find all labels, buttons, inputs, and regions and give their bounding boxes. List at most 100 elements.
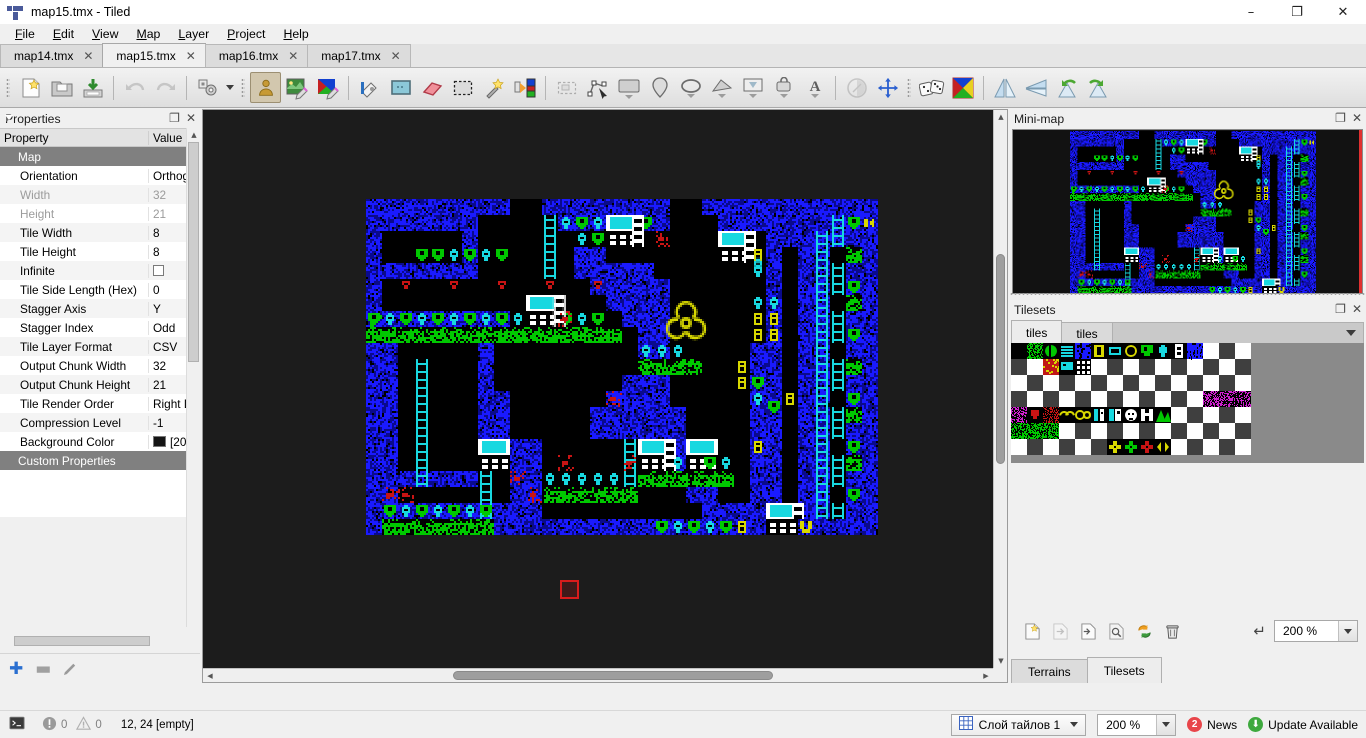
map-tilemap[interactable] xyxy=(366,199,878,535)
scroll-right-arrow[interactable]: ▶ xyxy=(979,669,993,683)
current-layer-combo[interactable]: Слой тайлов 1 xyxy=(950,713,1087,736)
close-tab-icon[interactable]: ✕ xyxy=(288,49,298,63)
toolbar-grip-3[interactable] xyxy=(905,75,914,101)
chevron-down-icon[interactable] xyxy=(1156,714,1176,735)
canvas-vertical-scrollbar[interactable]: ▲ ▼ xyxy=(993,110,1007,668)
maximize-button[interactable]: ❐ xyxy=(1274,0,1320,24)
document-tab-map14-tmx[interactable]: map14.tmx ✕ xyxy=(0,44,104,67)
scroll-up-arrow[interactable]: ▲ xyxy=(187,128,201,142)
property-row[interactable]: Compression Level -1 xyxy=(0,413,200,432)
eraser-button[interactable] xyxy=(416,72,447,103)
remove-tileset-button[interactable] xyxy=(1162,621,1182,641)
color-swatch[interactable] xyxy=(153,435,166,447)
scroll-thumb[interactable] xyxy=(188,142,199,362)
minimap-thumbnail[interactable] xyxy=(1070,131,1316,293)
scroll-thumb-h[interactable] xyxy=(453,671,773,680)
scroll-down-arrow[interactable]: ▼ xyxy=(994,654,1008,668)
tileset-grid[interactable] xyxy=(1011,343,1364,463)
close-tab-icon[interactable]: ✕ xyxy=(83,49,93,63)
scroll-up-arrow[interactable]: ▲ xyxy=(994,110,1008,124)
close-icon[interactable]: ✕ xyxy=(186,111,196,125)
infinite-checkbox[interactable] xyxy=(153,264,164,276)
map-canvas-area[interactable]: ▲ ▼ ◀ ▶ xyxy=(202,109,1008,683)
chevron-down-icon[interactable] xyxy=(1338,621,1357,641)
scroll-left-arrow[interactable]: ◀ xyxy=(203,669,217,683)
flip-vertically-button[interactable] xyxy=(1020,72,1051,103)
redo-button[interactable] xyxy=(150,72,181,103)
bottom-tab-terrains[interactable]: Terrains xyxy=(1011,659,1088,683)
random-mode-button[interactable] xyxy=(916,72,947,103)
properties-horizontal-scrollbar[interactable] xyxy=(0,635,186,649)
edit-polygons-button[interactable] xyxy=(582,72,613,103)
property-row[interactable]: Output Chunk Height 21 xyxy=(0,375,200,394)
map-viewport[interactable] xyxy=(203,110,993,668)
document-tab-map17-tmx[interactable]: map17.tmx ✕ xyxy=(307,44,411,67)
insert-ellipse-button[interactable] xyxy=(675,72,706,103)
insert-rectangle-button[interactable] xyxy=(613,72,644,103)
property-row[interactable]: Custom Properties xyxy=(0,115,200,470)
stamp-brush-button[interactable] xyxy=(354,72,385,103)
tileset-tab-0[interactable]: tiles xyxy=(1011,320,1063,344)
property-row[interactable]: Height 21 xyxy=(0,204,200,223)
float-icon[interactable]: ❐ xyxy=(169,111,180,125)
replace-tileset-button[interactable] xyxy=(1134,621,1154,641)
minimize-button[interactable]: – xyxy=(1228,0,1274,24)
flip-horizontally-button[interactable] xyxy=(989,72,1020,103)
document-tab-map16-tmx[interactable]: map16.tmx ✕ xyxy=(204,44,309,67)
insert-polygon-button[interactable] xyxy=(706,72,737,103)
shape-fill-button[interactable] xyxy=(841,72,872,103)
scroll-thumb-h[interactable] xyxy=(14,636,150,646)
property-row[interactable]: OrientationOrthogonal xyxy=(0,166,200,185)
add-property-button[interactable]: ✚ xyxy=(9,660,23,677)
export-tileset-button[interactable] xyxy=(1078,621,1098,641)
menu-file[interactable]: File xyxy=(6,25,44,43)
save-file-button[interactable] xyxy=(77,72,108,103)
edit-property-button[interactable] xyxy=(63,660,78,678)
edit-map-button[interactable] xyxy=(250,72,281,103)
news-indicator[interactable]: 2 News xyxy=(1187,717,1237,732)
map-properties-dropdown[interactable] xyxy=(223,85,237,90)
update-available-indicator[interactable]: ⬇ Update Available xyxy=(1248,717,1358,732)
toolbar-grip-2[interactable] xyxy=(239,75,248,101)
tileset-zoom-combo[interactable]: 200 % xyxy=(1274,620,1358,642)
property-row[interactable]: Output Chunk Width 32 xyxy=(0,356,200,375)
undo-button[interactable] xyxy=(119,72,150,103)
property-row[interactable]: Stagger Index Odd xyxy=(0,318,200,337)
magic-wand-button[interactable] xyxy=(478,72,509,103)
properties-vertical-scrollbar[interactable]: ▲ xyxy=(186,128,200,627)
property-row[interactable]: Stagger Axis Y xyxy=(0,299,200,318)
map-properties-button[interactable] xyxy=(192,72,223,103)
menu-layer[interactable]: Layer xyxy=(169,25,218,43)
close-tab-icon[interactable]: ✕ xyxy=(391,49,401,63)
tileset-tiles[interactable] xyxy=(1011,343,1265,461)
rotate-left-button[interactable] xyxy=(1051,72,1082,103)
property-row[interactable]: Tile Height 8 xyxy=(0,242,200,261)
menu-project[interactable]: Project xyxy=(218,25,274,43)
reset-zoom-icon[interactable]: ↵ xyxy=(1253,622,1266,640)
property-row[interactable]: Tile Side Length (Hex) 0 xyxy=(0,280,200,299)
rectangular-select-button[interactable] xyxy=(447,72,478,103)
menu-map[interactable]: Map xyxy=(127,25,169,43)
insert-template-button[interactable] xyxy=(768,72,799,103)
insert-text-button[interactable]: A xyxy=(799,72,830,103)
scroll-thumb-v[interactable] xyxy=(996,254,1005,464)
zoom-combo[interactable]: 200 % xyxy=(1097,713,1177,736)
close-button[interactable]: ✕ xyxy=(1320,0,1366,24)
close-icon[interactable]: ✕ xyxy=(1352,111,1362,125)
edit-world-button[interactable] xyxy=(312,72,343,103)
menu-edit[interactable]: Edit xyxy=(44,25,83,43)
toolbar-grip[interactable] xyxy=(4,75,13,101)
edit-tileset-button[interactable] xyxy=(281,72,312,103)
chevron-down-icon[interactable] xyxy=(1346,330,1356,336)
bottom-tab-tilesets[interactable]: Tilesets xyxy=(1086,657,1162,683)
insert-tile-button[interactable] xyxy=(737,72,768,103)
menu-view[interactable]: View xyxy=(83,25,127,43)
property-row[interactable]: Infinite xyxy=(0,261,200,280)
document-tab-map15-tmx[interactable]: map15.tmx ✕ xyxy=(102,43,206,67)
terrain-brush-button[interactable] xyxy=(385,72,416,103)
canvas-horizontal-scrollbar[interactable]: ◀ ▶ xyxy=(203,668,993,682)
property-row[interactable]: Tile Render OrderRight Down xyxy=(0,394,200,413)
console-icon[interactable] xyxy=(9,716,25,733)
menu-help[interactable]: Help xyxy=(274,25,317,43)
embed-tileset-button[interactable] xyxy=(1050,621,1070,641)
